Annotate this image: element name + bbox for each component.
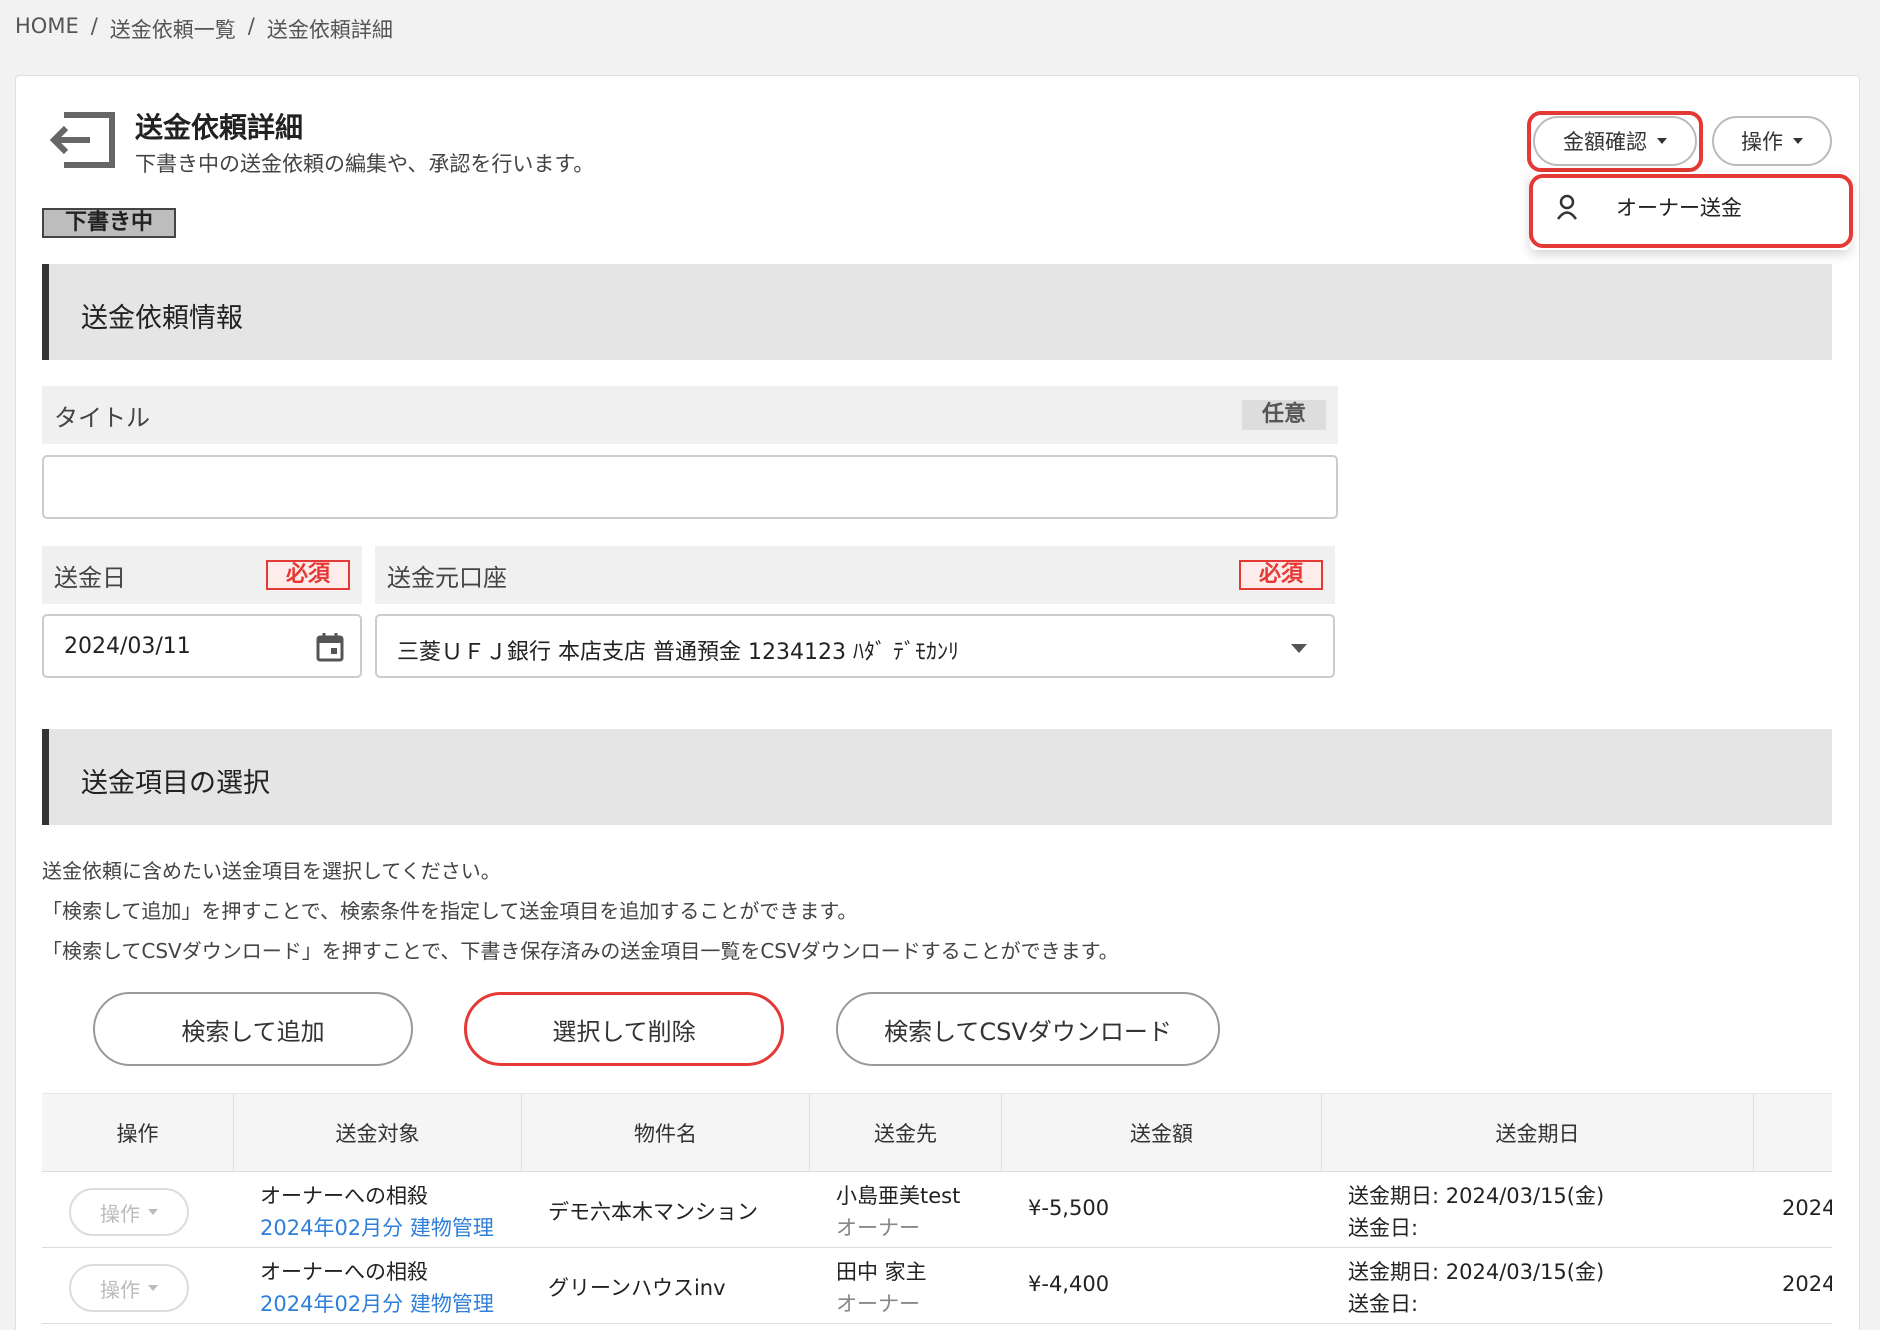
source-account-select[interactable]: 三菱ＵＦＪ銀行 本店支店 普通預金 1234123 ﾊﾀﾞ ﾃﾞﾓｶﾝﾘ	[375, 614, 1335, 678]
highlight-ring	[1527, 111, 1703, 172]
title-input[interactable]	[42, 455, 1338, 519]
date-input[interactable]: 2024/03/11	[42, 614, 362, 678]
caret-down-icon	[148, 1285, 158, 1291]
section-title: 送金依頼情報	[81, 303, 243, 334]
breadcrumb-current: 送金依頼詳細	[266, 18, 393, 42]
column-header: 送金額	[1002, 1094, 1322, 1172]
property-cell: グリーンハウスinv	[548, 1276, 726, 1300]
title-label: タイトル	[54, 404, 150, 432]
amount-cell: ¥-4,400	[1028, 1272, 1110, 1296]
column-header: 送金期日	[1322, 1094, 1754, 1172]
table-row[interactable]: 操作 オーナーへの相殺 2024年02月分 建物管理 グリーンハウスinv 田中…	[42, 1248, 1832, 1324]
chevron-down-icon	[1291, 644, 1307, 653]
search-add-button[interactable]: 検索して追加	[93, 992, 413, 1066]
account-label-bar: 送金元口座 必須	[375, 546, 1335, 604]
optional-badge: 任意	[1242, 400, 1326, 430]
breadcrumb-separator: /	[90, 14, 98, 38]
column-header: 送金先	[810, 1094, 1002, 1172]
table-row[interactable]: 操作 オーナーへの相殺 2024年02月分 建物管理 デモ六本木マンション 小島…	[42, 1172, 1832, 1248]
extra-cell: 2024	[1782, 1196, 1832, 1220]
payee-cell: 田中 家主	[836, 1260, 927, 1284]
section-title: 送金項目の選択	[81, 768, 270, 799]
caret-down-icon	[148, 1209, 158, 1215]
source-account-value: 三菱ＵＦＪ銀行 本店支店 普通預金 1234123 ﾊﾀﾞ ﾃﾞﾓｶﾝﾘ	[397, 640, 959, 665]
operations-button[interactable]: 操作	[1712, 116, 1832, 166]
property-cell: デモ六本木マンション	[548, 1200, 758, 1224]
section-header-items: 送金項目の選択	[42, 729, 1832, 825]
search-csv-button[interactable]: 検索してCSVダウンロード	[836, 992, 1220, 1066]
breadcrumb-home[interactable]: HOME	[15, 14, 79, 44]
title-label-bar: タイトル 任意	[42, 386, 1338, 444]
status-badge: 下書き中	[42, 208, 176, 238]
column-header: 操作	[42, 1094, 234, 1172]
back-icon[interactable]	[50, 107, 116, 173]
section-header-info: 送金依頼情報	[42, 264, 1832, 360]
table-header: 操作 送金対象 物件名 送金先 送金額 送金期日	[42, 1094, 1832, 1172]
required-badge: 必須	[1239, 560, 1323, 590]
due-date-cell: 送金期日: 2024/03/15(金)	[1348, 1260, 1605, 1284]
operations-label: 操作	[1741, 130, 1783, 154]
help-text: 送金依頼に含めたい送金項目を選択してください。	[42, 859, 501, 883]
row-operations-button[interactable]: 操作	[69, 1264, 189, 1312]
page-description: 下書き中の送金依頼の編集や、承認を行います。	[135, 152, 595, 176]
date-value: 2024/03/11	[64, 634, 191, 659]
amount-cell: ¥-5,500	[1028, 1196, 1110, 1220]
breadcrumb-list[interactable]: 送金依頼一覧	[110, 14, 236, 44]
highlight-ring	[1529, 174, 1853, 248]
breadcrumb: HOME / 送金依頼一覧 / 送金依頼詳細	[15, 14, 393, 44]
column-header: 物件名	[522, 1094, 810, 1172]
payee-cell: 小島亜美test	[836, 1184, 961, 1208]
remit-date-cell: 送金日:	[1348, 1216, 1419, 1240]
calendar-icon[interactable]	[316, 632, 344, 662]
remittance-items-table: 操作 送金対象 物件名 送金先 送金額 送金期日 操作 オーナーへの相殺 202…	[42, 1093, 1832, 1324]
payee-role: オーナー	[836, 1216, 920, 1240]
extra-cell: 2024	[1782, 1272, 1832, 1296]
target-cell: オーナーへの相殺	[260, 1184, 428, 1208]
remit-date-cell: 送金日:	[1348, 1292, 1419, 1316]
date-label: 送金日	[54, 564, 126, 592]
row-operations-label: 操作	[100, 1277, 140, 1302]
row-operations-label: 操作	[100, 1201, 140, 1226]
column-header: 送金対象	[234, 1094, 522, 1172]
target-link[interactable]: 2024年02月分 建物管理	[260, 1212, 500, 1242]
help-text: 「検索してCSVダウンロード」を押すことで、下書き保存済みの送金項目一覧をCSV…	[42, 939, 1119, 963]
account-label: 送金元口座	[387, 564, 507, 592]
date-label-bar: 送金日 必須	[42, 546, 362, 604]
target-cell: オーナーへの相殺	[260, 1260, 428, 1284]
payee-role: オーナー	[836, 1292, 920, 1316]
select-delete-button[interactable]: 選択して削除	[464, 992, 784, 1066]
row-operations-button[interactable]: 操作	[69, 1188, 189, 1236]
required-badge: 必須	[266, 560, 350, 590]
help-text: 「検索して追加」を押すことで、検索条件を指定して送金項目を追加することができます…	[42, 899, 858, 923]
due-date-cell: 送金期日: 2024/03/15(金)	[1348, 1184, 1605, 1208]
caret-down-icon	[1793, 138, 1803, 144]
breadcrumb-separator: /	[247, 14, 255, 38]
page-title: 送金依頼詳細	[135, 111, 304, 144]
target-link[interactable]: 2024年02月分 建物管理	[260, 1288, 500, 1318]
